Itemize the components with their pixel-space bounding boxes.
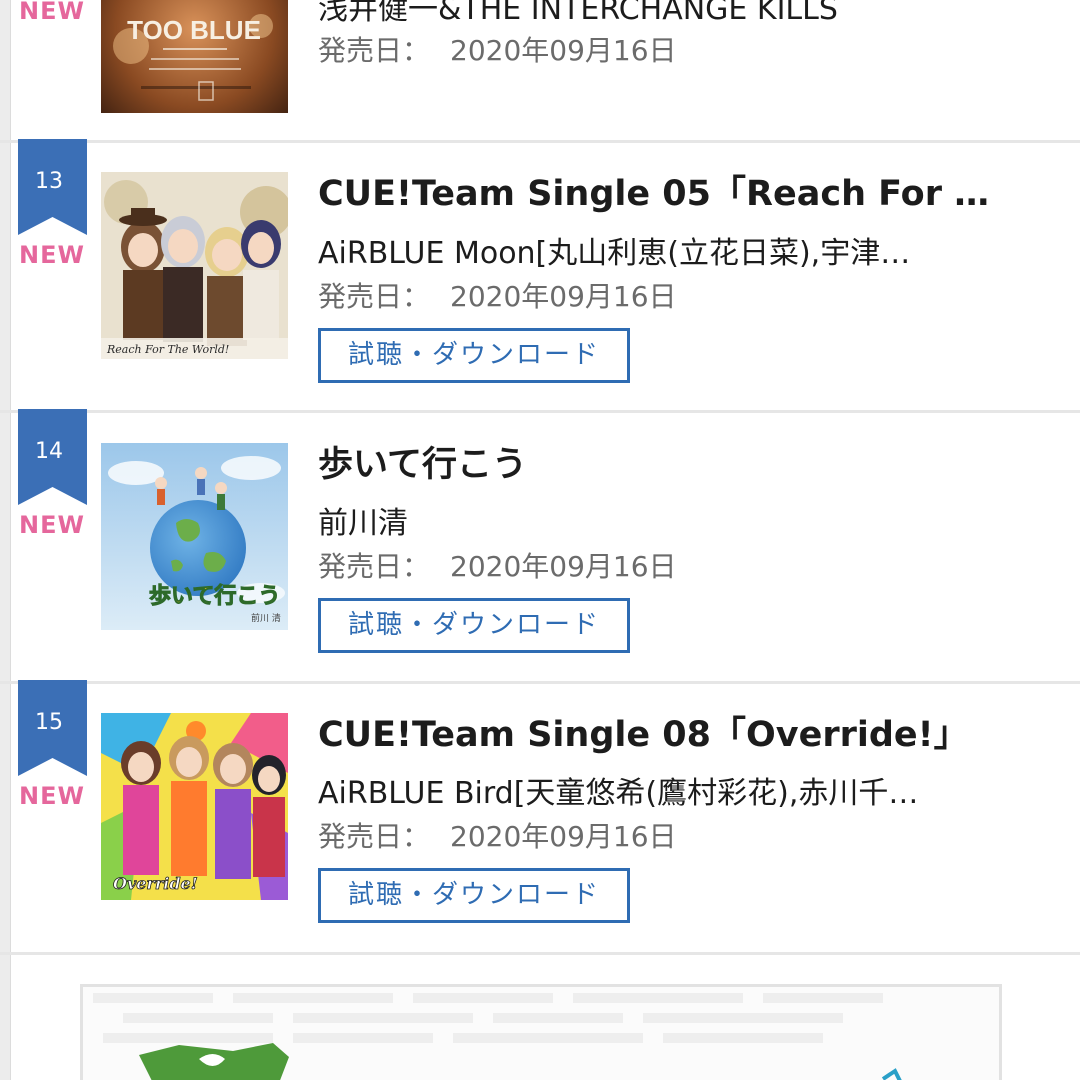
artist-name[interactable]: AiRBLUE Bird[天童悠希(鷹村彩花),赤川千…	[318, 774, 918, 814]
release-date-label: 発売日：	[318, 550, 431, 583]
ranking-item[interactable]: NEW TOO BLUE 浅井健一&THE INTERCHANGE KILLS …	[0, 0, 1080, 140]
release-date-value: 2020年09月16日	[450, 550, 677, 583]
listen-download-button[interactable]: 試聴・ダウンロード	[318, 868, 630, 923]
release-date: 発売日： 2020年09月16日	[318, 279, 677, 315]
album-cover-title: Override!	[113, 874, 198, 893]
ranking-item[interactable]: 15 NEW Override! CUE!Team Single 08「Over…	[0, 680, 1080, 952]
listen-download-button[interactable]: 試聴・ダウンロード	[318, 328, 630, 383]
album-cover-image: TOO BLUE	[101, 0, 288, 113]
rank-ribbon: 14	[18, 409, 87, 509]
new-badge: NEW	[19, 782, 85, 810]
album-cover[interactable]: 歩いて行こう 前川 清	[101, 443, 288, 630]
album-cover-image: Reach For The World!	[101, 172, 288, 359]
album-cover[interactable]: Override!	[101, 713, 288, 900]
rank-number: 15	[35, 710, 63, 735]
new-badge: NEW	[19, 0, 85, 25]
ranking-item[interactable]: 14 NEW 歩いて行こう 前川 清 歩いて行こう 前川清 発売日： 2020年…	[0, 409, 1080, 681]
new-badge: NEW	[19, 511, 85, 539]
rank-ribbon: 13	[18, 139, 87, 239]
listen-download-button[interactable]: 試聴・ダウンロード	[318, 598, 630, 653]
album-cover-title: 歩いて行こう	[149, 583, 280, 609]
release-date-value: 2020年09月16日	[450, 280, 677, 313]
release-date-label: 発売日：	[318, 280, 431, 313]
rank-number: 14	[35, 439, 63, 464]
release-date-value: 2020年09月16日	[450, 34, 677, 67]
promo-banner-image	[83, 987, 999, 1080]
row-divider	[0, 952, 1080, 955]
track-title[interactable]: CUE!Team Single 05「Reach For …	[318, 172, 989, 216]
album-cover-image: Override!	[101, 713, 288, 900]
ranking-list-page: NEW TOO BLUE 浅井健一&THE INTERCHANGE KILLS …	[0, 0, 1080, 1080]
release-date-label: 発売日：	[318, 820, 431, 853]
promo-banner[interactable]	[80, 984, 1002, 1080]
artist-name: 浅井健一&THE INTERCHANGE KILLS	[318, 0, 838, 27]
artist-name[interactable]: AiRBLUE Moon[丸山利恵(立花日菜),宇津…	[318, 234, 910, 274]
artist-name[interactable]: 前川清	[318, 504, 408, 544]
release-date: 発売日： 2020年09月16日	[318, 33, 677, 69]
album-cover-title: TOO BLUE	[127, 15, 261, 45]
new-badge: NEW	[19, 241, 85, 269]
release-date-value: 2020年09月16日	[450, 820, 677, 853]
album-cover[interactable]: Reach For The World!	[101, 172, 288, 359]
album-cover-artist: 前川 清	[251, 612, 281, 624]
rank-ribbon: 15	[18, 680, 87, 780]
track-title[interactable]: CUE!Team Single 08「Override!」	[318, 713, 969, 757]
album-cover[interactable]: TOO BLUE	[101, 0, 288, 113]
release-date: 発売日： 2020年09月16日	[318, 549, 677, 585]
ranking-item[interactable]: 13 NEW Reach For The World! CUE!Team Sin…	[0, 139, 1080, 411]
release-date: 発売日： 2020年09月16日	[318, 819, 677, 855]
rank-number: 13	[35, 169, 63, 194]
album-cover-title: Reach For The World!	[106, 343, 229, 356]
album-cover-image: 歩いて行こう 前川 清	[101, 443, 288, 630]
release-date-label: 発売日：	[318, 34, 431, 67]
track-title[interactable]: 歩いて行こう	[318, 443, 527, 487]
